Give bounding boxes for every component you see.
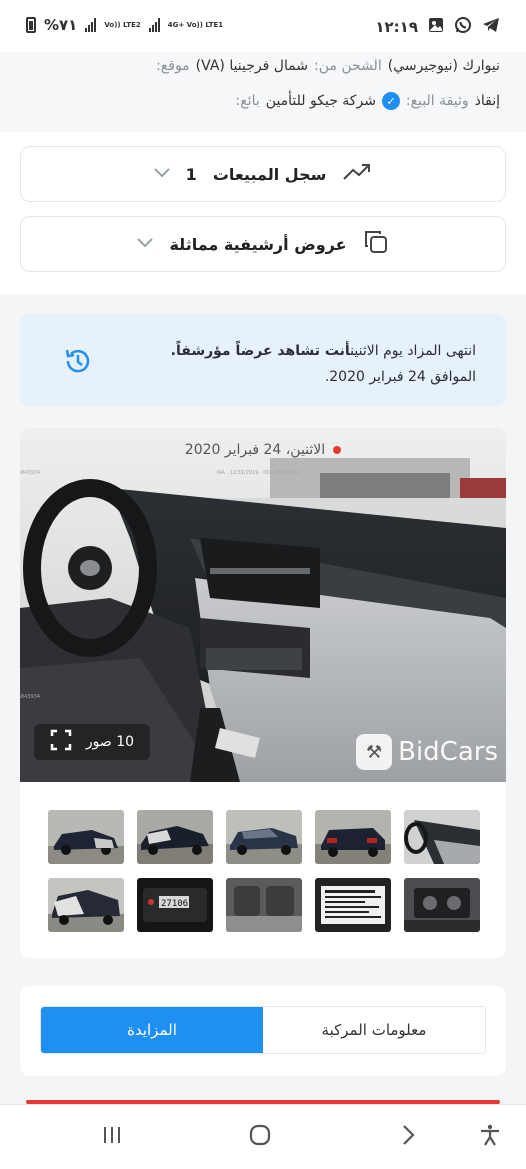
status-left: %٧١ Vo)) LTE2 4G+ Vo)) LTE1 (26, 16, 223, 34)
bidcars-watermark: ⚒ BidCars (356, 734, 498, 770)
telegram-icon (482, 17, 500, 37)
back-button[interactable] (396, 1123, 420, 1153)
ship-from-value: شمال فرجينيا (VA) (195, 58, 309, 74)
history-section: سجل المبيعات 1 عروض أرشيفية مماثلة (0, 132, 526, 294)
archived-notice: انتهى المزاد يوم الاثنينأنت تشاهد عرضاً … (20, 314, 506, 406)
svg-text:000-26843934 · 12/31/2019 · IA: 000-26843934 · 12/31/2019 · IAA (216, 470, 300, 476)
svg-text:27106: 27106 (161, 899, 188, 909)
thumbnail[interactable] (48, 878, 124, 932)
brand-name: BidCars (398, 737, 498, 767)
status-right: ١٢:١٩ (375, 16, 500, 38)
tab-auction[interactable]: المزايدة (41, 1007, 263, 1053)
listing-info: نيوارك (نيوجيرسي) الشحن من: شمال فرجينيا… (0, 52, 526, 132)
notice-line1-b: أنت تشاهد عرضاً مؤرشفاً. (170, 343, 351, 359)
chevron-down-icon (153, 166, 170, 182)
location-row: نيوارك (نيوجيرسي) الشحن من: شمال فرجينيا… (156, 58, 500, 74)
main-photo[interactable]: 000-26843934 · 12/31/2019 · IAA 000-2684… (20, 428, 506, 782)
sales-history-accordion[interactable]: سجل المبيعات 1 (20, 146, 506, 202)
copy-icon (363, 229, 389, 259)
notice-line1-a: انتهى المزاد يوم الاثنين (350, 343, 476, 359)
whatsapp-icon (454, 16, 472, 38)
thumbnail[interactable] (48, 810, 124, 864)
photo-gallery: 000-26843934 · 12/31/2019 · IAA 000-2684… (20, 428, 506, 958)
thumbnail[interactable] (315, 810, 391, 864)
thumbnail[interactable] (226, 878, 302, 932)
history-icon (62, 346, 92, 376)
photo-count-badge[interactable]: 10 صور (34, 724, 150, 760)
seller-label: بائع: (235, 93, 260, 109)
notice-line2: الموافق 24 فبراير 2020. (324, 369, 476, 385)
network-label-2: Vo)) LTE2 (104, 21, 141, 29)
ship-from-label: الشحن من: (314, 58, 382, 74)
svg-text:000-26843934 · 12/31/2019 · IA: 000-26843934 · 12/31/2019 · IAA (20, 470, 40, 476)
thumbnail[interactable] (137, 810, 213, 864)
signal-icon (85, 18, 97, 32)
thumbnail[interactable] (404, 810, 480, 864)
live-dot-icon (333, 446, 342, 454)
details-tabs: المزايدة معلومات المركبة (40, 1006, 486, 1054)
network-label-1: 4G+ Vo)) LTE1 (167, 21, 224, 29)
photo-date: الاثنين، 24 فبراير 2020 (20, 442, 506, 458)
gallery-icon (428, 17, 444, 37)
sales-history-count: 1 (185, 164, 197, 184)
home-button[interactable] (248, 1123, 272, 1153)
thumbnail[interactable]: 27106 (137, 878, 213, 932)
trend-icon (342, 162, 372, 186)
chevron-down-icon (137, 236, 154, 252)
thumbnail-grid: 27106 (48, 810, 480, 932)
location-label: موقع: (156, 58, 190, 74)
verified-check-icon: ✓ (381, 92, 400, 110)
accessibility-icon[interactable] (478, 1123, 502, 1153)
bidcars-logo-icon: ⚒ (356, 734, 393, 770)
sales-history-label: سجل المبيعات (212, 164, 327, 184)
seller-value[interactable]: شركة جيكو للتأمين (266, 93, 376, 109)
battery-level: %٧١ (44, 16, 78, 34)
details-tabs-card: المزايدة معلومات المركبة (20, 986, 506, 1076)
thumbnail[interactable] (404, 878, 480, 932)
thumbnail[interactable] (226, 810, 302, 864)
similar-offers-accordion[interactable]: عروض أرشيفية مماثلة (20, 216, 506, 272)
svg-text:000-26843934 · 12/31/2019 · IA: 000-26843934 · 12/31/2019 · IAA (20, 694, 40, 700)
seller-row: إنقاذ وثيقة البيع: ✓ شركة جيكو للتأمين ب… (236, 92, 500, 110)
photo-date-text: الاثنين، 24 فبراير 2020 (184, 442, 326, 458)
clock: ١٢:١٩ (375, 18, 418, 36)
signal-icon-2 (148, 18, 160, 32)
location-value: نيوارك (نيوجيرسي) (387, 58, 500, 74)
photo-count-label: 10 صور (85, 734, 135, 750)
system-nav-bar (0, 1104, 526, 1169)
tab-vehicle-info[interactable]: معلومات المركبة (263, 1007, 485, 1053)
battery-icon (26, 17, 36, 33)
fullscreen-icon (50, 729, 72, 755)
status-bar: %٧١ Vo)) LTE2 4G+ Vo)) LTE1 ١٢:١٩ (0, 0, 526, 52)
thumbnail[interactable] (315, 878, 391, 932)
recent-apps-button[interactable] (100, 1123, 124, 1153)
doc-label: وثيقة البيع: (405, 93, 469, 109)
similar-offers-label: عروض أرشيفية مماثلة (169, 234, 347, 254)
doc-value: إنقاذ (474, 93, 500, 109)
notice-text: انتهى المزاد يوم الاثنينأنت تشاهد عرضاً … (171, 338, 476, 390)
